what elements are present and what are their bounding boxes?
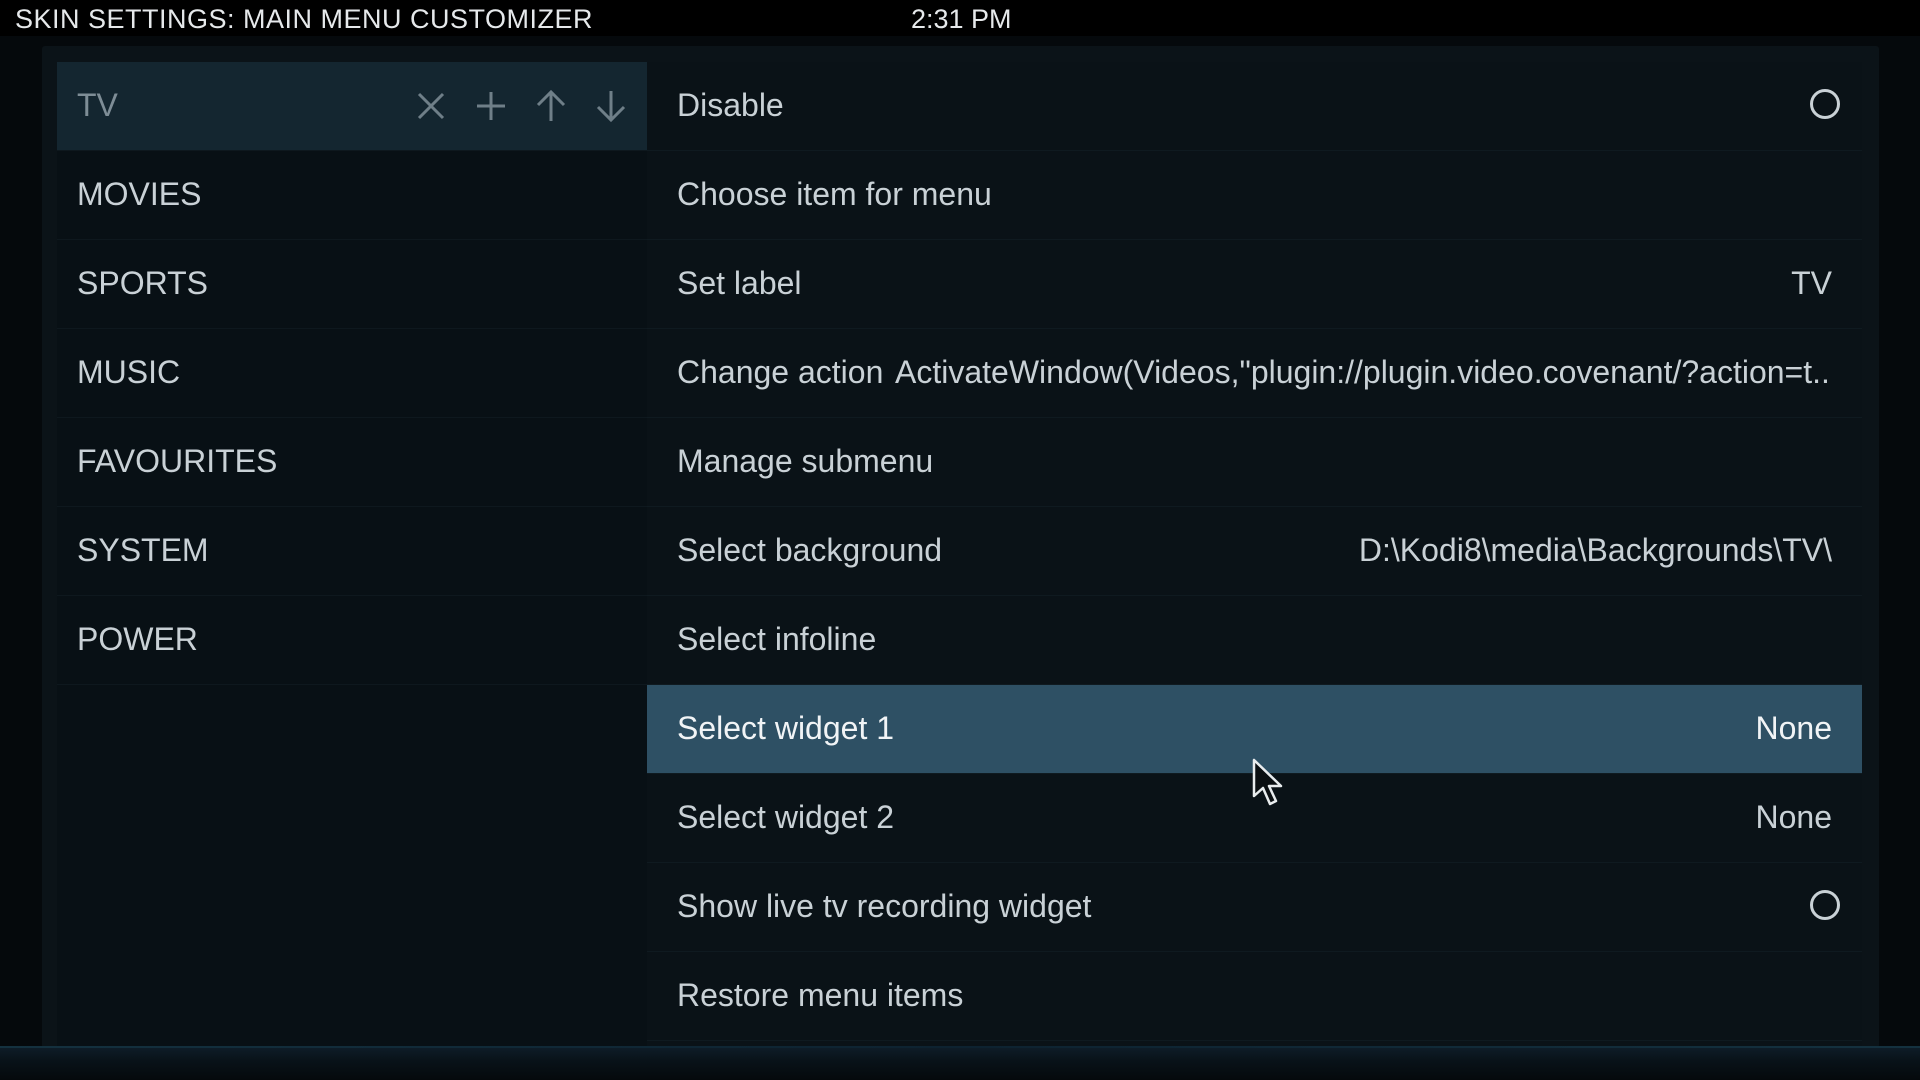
option-label: Show live tv recording widget [677,888,1092,924]
menu-item-label: FAVOURITES [77,443,278,479]
option-choose-item[interactable]: Choose item for menu [647,151,1862,240]
menu-item-label: SPORTS [77,265,208,301]
menu-item-label: POWER [77,621,198,657]
option-label: Manage submenu [677,443,934,479]
menu-item-favourites[interactable]: FAVOURITES [57,418,647,507]
add-icon[interactable] [469,84,513,128]
menu-item-music[interactable]: MUSIC [57,329,647,418]
option-value: None [1755,799,1833,835]
mouse-pointer-icon [1252,758,1283,806]
clock: 2:31 PM [911,4,1012,34]
option-manage-submenu[interactable]: Manage submenu [647,418,1862,507]
option-disable[interactable]: Disable [647,62,1862,151]
option-label: Restore menu items [677,977,964,1013]
menu-item-tv[interactable]: TV [57,62,647,151]
radio-toggle-icon[interactable] [1810,89,1840,119]
bottom-bar [0,1046,1920,1080]
menu-item-label: MOVIES [77,176,202,212]
option-select-infoline[interactable]: Select infoline [647,596,1862,685]
option-set-label[interactable]: Set label TV [647,240,1862,329]
option-label: Select background [677,532,943,568]
option-value: None [1755,710,1833,746]
arrow-down-icon[interactable] [589,84,633,128]
menu-item-power[interactable]: POWER [57,596,647,685]
option-label: Select infoline [677,621,877,657]
option-restore-menu-items[interactable]: Restore menu items [647,952,1862,1041]
menu-item-label: SYSTEM [77,532,209,568]
option-label: Select widget 1 [677,710,895,746]
close-icon[interactable] [409,84,453,128]
option-label: Change action [677,354,884,390]
top-bar: SKIN SETTINGS: MAIN MENU CUSTOMIZER 2:31… [0,0,1920,36]
bottom-divider [0,1046,1920,1048]
menu-item-system[interactable]: SYSTEM [57,507,647,596]
menu-item-label: TV [77,87,118,123]
option-show-live-tv-recording-widget[interactable]: Show live tv recording widget [647,863,1862,952]
main-menu-list: TV MOVIES SPORTS MUSIC FAVOURITES SYSTEM… [57,62,647,1046]
options-list: Disable Choose item for menu Set label T… [647,62,1862,1046]
option-label: Set label [677,265,802,301]
menu-item-sports[interactable]: SPORTS [57,240,647,329]
window-title: SKIN SETTINGS: MAIN MENU CUSTOMIZER [15,4,594,34]
option-value: D:\Kodi8\media\Backgrounds\TV\ [1358,532,1832,568]
option-value: TV [1791,265,1832,301]
option-select-background[interactable]: Select background D:\Kodi8\media\Backgro… [647,507,1862,596]
menu-item-label: MUSIC [77,354,181,390]
option-change-action[interactable]: Change action ActivateWindow(Videos,"plu… [647,329,1862,418]
option-label: Select widget 2 [677,799,895,835]
menu-item-movies[interactable]: MOVIES [57,151,647,240]
option-label: Disable [677,87,784,123]
option-label: Choose item for menu [677,176,992,212]
arrow-up-icon[interactable] [529,84,573,128]
option-value: ActivateWindow(Videos,"plugin://plugin.v… [895,354,1832,390]
radio-toggle-icon[interactable] [1810,890,1840,920]
